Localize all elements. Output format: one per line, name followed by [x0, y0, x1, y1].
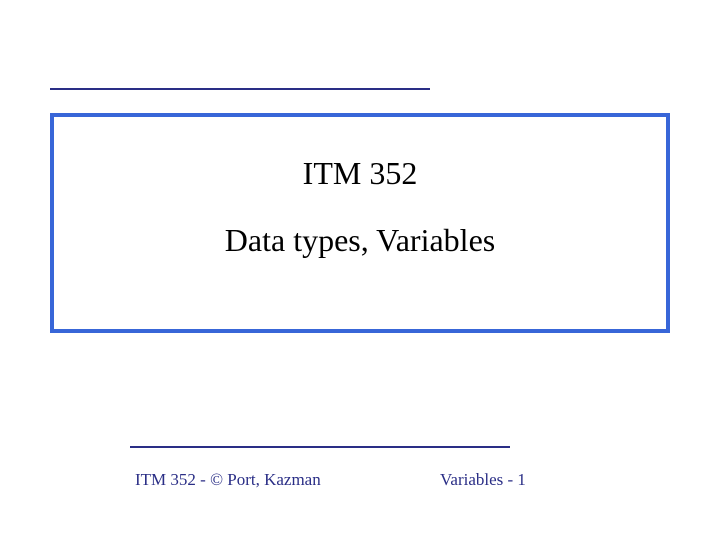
title-box: ITM 352 Data types, Variables — [50, 113, 670, 333]
course-code: ITM 352 — [303, 155, 418, 192]
top-divider — [50, 88, 430, 90]
bottom-divider — [130, 446, 510, 448]
footer-copyright: ITM 352 - © Port, Kazman — [135, 470, 321, 490]
footer: ITM 352 - © Port, Kazman Variables - 1 — [0, 470, 720, 500]
topic-title: Data types, Variables — [225, 222, 495, 259]
footer-page-label: Variables - 1 — [440, 470, 526, 490]
